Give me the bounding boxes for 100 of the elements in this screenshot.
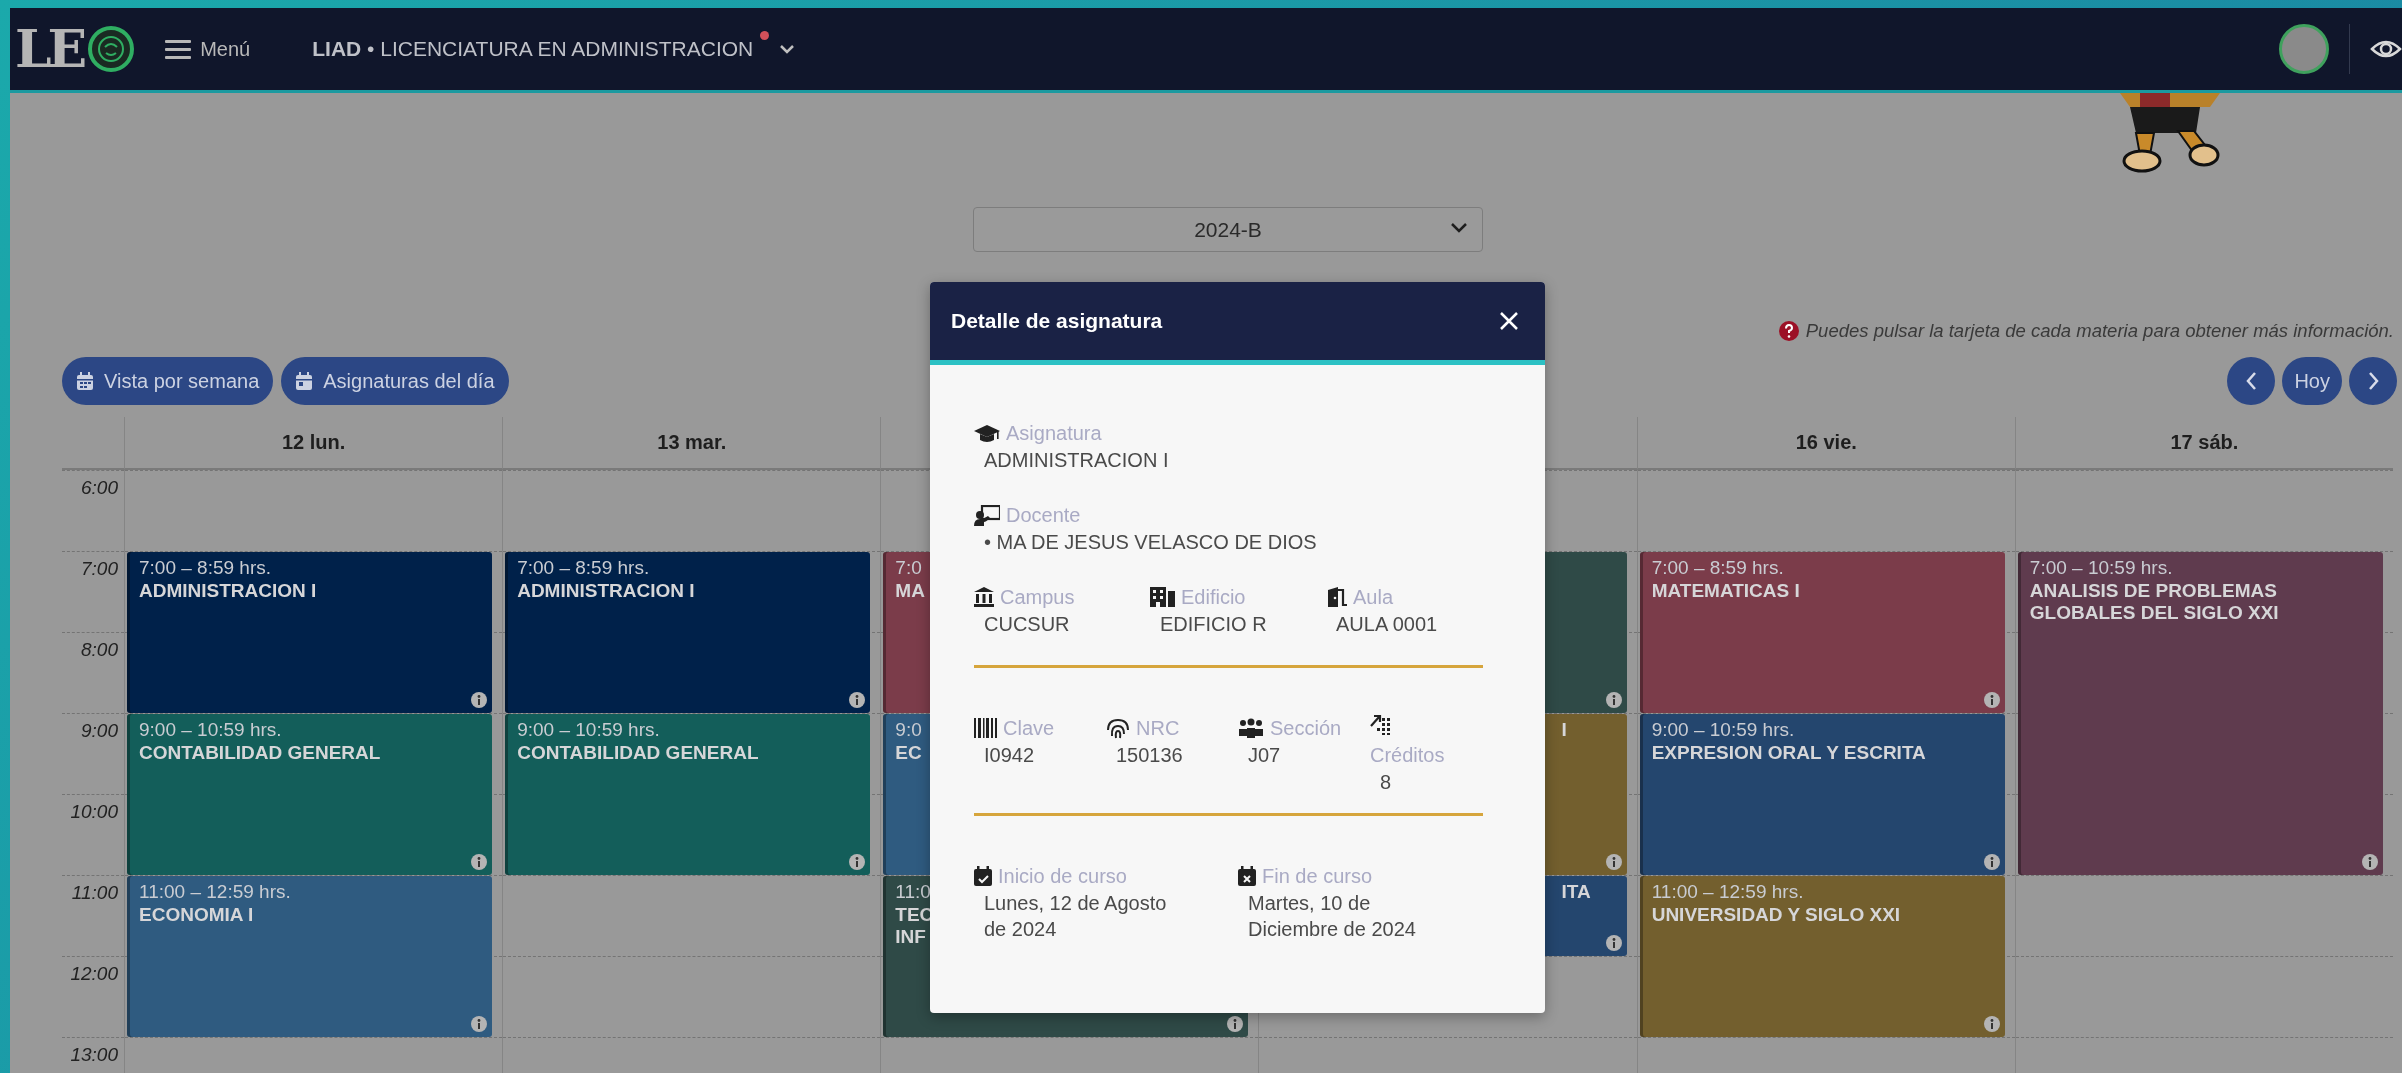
chevron-right-icon (2366, 370, 2380, 391)
event-card[interactable]: 7:00 – 10:59 hrs. ANALISIS DE PROBLEMAS GLOBALES DEL SIGLO XXI (2017, 551, 2383, 875)
event-time: 9:00 – 10:59 hrs. (139, 718, 282, 742)
period-dropdown[interactable]: 2024-B (973, 207, 1483, 252)
info-icon (471, 1015, 488, 1032)
event-card[interactable]: 9:00 – 10:59 hrs. CONTABILIDAD GENERAL (505, 713, 871, 875)
event-title: I (1561, 718, 1567, 742)
event-card[interactable]: 9:00 – 10:59 hrs. CONTABILIDAD GENERAL (127, 713, 493, 875)
modal-title: Detalle de asignatura (951, 308, 1163, 335)
teacher-board-icon (974, 504, 1000, 526)
time-label: 7:00 (62, 550, 124, 632)
fingerprint-icon (1106, 717, 1130, 739)
info-icon (2362, 853, 2378, 870)
program-selector[interactable]: LIAD • LICENCIATURA EN ADMINISTRACION (312, 33, 754, 65)
event-title: ADMINISTRACION I (517, 579, 695, 603)
event-time: 7:00 – 8:59 hrs. (139, 556, 272, 580)
field-value: J07 (1247, 743, 1282, 768)
field-label: Sección (1270, 716, 1342, 741)
field-label: Docente (1006, 503, 1081, 528)
day-subjects-button[interactable]: Asignaturas del día (281, 356, 509, 405)
event-title: CONTABILIDAD GENERAL (517, 741, 759, 765)
event-title: ITA (1561, 880, 1591, 904)
graduation-cap-icon (974, 423, 1000, 443)
field-value: Lunes, 12 de Agosto de 2024 (983, 891, 1168, 942)
event-title: EXPRESION ORAL Y ESCRITA (1651, 741, 1926, 765)
event-title: ECONOMIA I (139, 903, 254, 927)
buildings-icon (1150, 587, 1175, 607)
event-time: 9:00 – 10:59 hrs. (1651, 718, 1795, 742)
info-icon (1605, 934, 1622, 951)
event-title: ANALISIS DE PROBLEMAS GLOBALES DEL SIGLO XXI (2029, 579, 2280, 626)
event-title: ADMINISTRACION I (139, 579, 317, 603)
event-card[interactable]: 7:00 – 8:59 hrs. ADMINISTRACION I (127, 551, 493, 713)
next-button[interactable] (2349, 356, 2397, 405)
info-icon (471, 691, 488, 708)
close-icon (1499, 311, 1519, 331)
event-time: 11:0 (895, 880, 931, 904)
info-icon (471, 853, 488, 870)
time-label: 12:00 (62, 955, 124, 1037)
time-label: 8:00 (62, 631, 124, 713)
event-card[interactable]: 7:00 – 8:59 hrs. ADMINISTRACION I (505, 551, 871, 713)
chevron-down-icon[interactable] (779, 43, 796, 55)
info-icon (1983, 1015, 2000, 1032)
calendar-icon (76, 371, 94, 390)
event-card[interactable]: 11:00 – 12:59 hrs. UNIVERSIDAD Y SIGLO XXI (1639, 875, 2005, 1037)
event-title: CONTABILIDAD GENERAL (139, 741, 381, 765)
event-title: MATEMATICAS I (1651, 579, 1800, 603)
time-label: 11:00 (62, 874, 124, 956)
field-label: Aula (1353, 585, 1394, 610)
today-button[interactable]: Hoy (2282, 356, 2342, 405)
calendar-check-icon (974, 866, 992, 886)
event-card[interactable]: 7:00 – 8:59 hrs. MATEMATICAS I (1639, 551, 2005, 713)
hint-text: Puedes pulsar la tarjeta de cada materia para obtener más información. (1805, 319, 2394, 343)
field-value: 150136 (1115, 743, 1184, 768)
info-icon (1605, 691, 1622, 708)
event-time: 7:0 (895, 556, 922, 580)
field-label: Fin de curso (1262, 864, 1373, 889)
info-icon (849, 691, 866, 708)
day-header: 13 mar. (502, 416, 881, 470)
hamburger-icon (165, 38, 192, 60)
menu-button[interactable]: Menú (165, 34, 251, 64)
info-icon (1983, 853, 2000, 870)
event-title: UNIVERSIDAD Y SIGLO XXI (1651, 903, 1901, 927)
calendar-x-icon (1238, 866, 1256, 886)
field-value: • MA DE JESUS VELASCO DE DIOS (983, 530, 1318, 555)
calendar-icon (295, 371, 314, 390)
event-title: EC (895, 741, 922, 765)
event-time: 11:00 – 12:59 hrs. (1651, 880, 1804, 904)
field-label: Campus (1000, 585, 1075, 610)
info-icon (1605, 853, 1622, 870)
day-header: 17 sáb. (2014, 416, 2393, 470)
time-label: 9:00 (62, 712, 124, 794)
time-label: 10:00 (62, 793, 124, 875)
day-header: 12 lun. (124, 416, 503, 470)
field-value: CUCSUR (983, 612, 1071, 637)
field-value: 8 (1379, 770, 1393, 795)
event-time: 7:00 – 10:59 hrs. (2029, 556, 2173, 580)
event-time: 9:00 – 10:59 hrs. (517, 718, 660, 742)
help-icon (1778, 320, 1799, 341)
field-label: Edificio (1181, 585, 1246, 610)
event-time: 7:00 – 8:59 hrs. (1651, 556, 1784, 580)
chart-grid-icon (1370, 714, 1391, 735)
field-label: Inicio de curso (998, 864, 1127, 889)
chevron-left-icon (2244, 370, 2258, 391)
time-label: 13:00 (62, 1036, 124, 1073)
chevron-down-icon (1450, 222, 1468, 234)
field-value: I0942 (983, 743, 1036, 768)
logo-text: LE (15, 23, 84, 75)
event-card[interactable]: 9:00 – 10:59 hrs. EXPRESION ORAL Y ESCRITA (1639, 713, 2005, 875)
event-title: MA (895, 579, 925, 603)
avatar-photo-placeholder[interactable] (2279, 24, 2329, 74)
day-header: 16 vie. (1636, 416, 2015, 470)
event-card[interactable]: 11:00 – 12:59 hrs. ECONOMIA I (127, 875, 493, 1037)
field-value: Martes, 10 de Diciembre de 2024 (1247, 891, 1417, 942)
event-time: 9:0 (895, 718, 922, 742)
field-label: Créditos (1370, 743, 1445, 768)
field-value: ADMINISTRACION I (983, 448, 1170, 473)
week-view-button[interactable]: Vista por semana (62, 356, 274, 405)
bank-building-icon (974, 587, 994, 607)
field-label: Asignatura (1006, 421, 1102, 446)
field-label: NRC (1136, 716, 1180, 741)
